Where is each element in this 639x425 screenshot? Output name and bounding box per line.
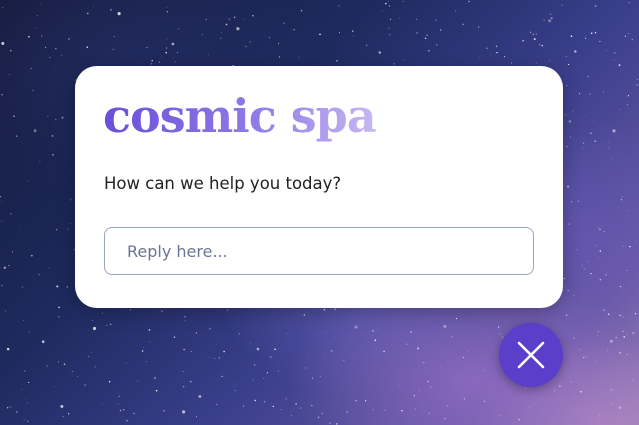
reply-input[interactable]: [104, 227, 534, 275]
brand-logo: cosmic spa: [103, 86, 377, 146]
close-icon: [517, 341, 545, 369]
chat-widget-card: cosmic spa How can we help you today?: [75, 66, 563, 308]
greeting-prompt: How can we help you today?: [104, 174, 342, 193]
close-button[interactable]: [499, 323, 563, 387]
